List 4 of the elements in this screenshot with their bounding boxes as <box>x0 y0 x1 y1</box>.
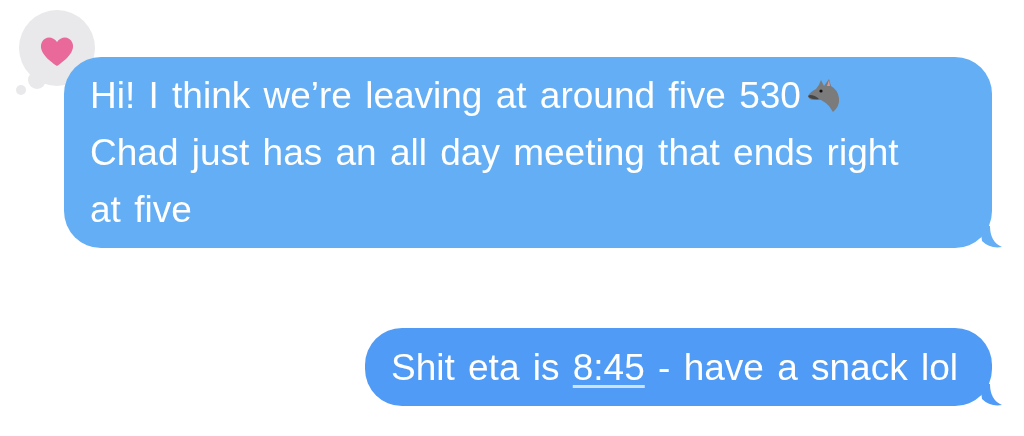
time-link[interactable]: 8:45 <box>572 347 645 388</box>
message-text: Chad just has an all day meeting that ends right at five <box>90 131 900 232</box>
message-text: Shit eta is 8:45 - have a snack lol <box>391 347 958 388</box>
message-text: Hi! I think we’re leaving at around five 530 <box>90 75 801 116</box>
